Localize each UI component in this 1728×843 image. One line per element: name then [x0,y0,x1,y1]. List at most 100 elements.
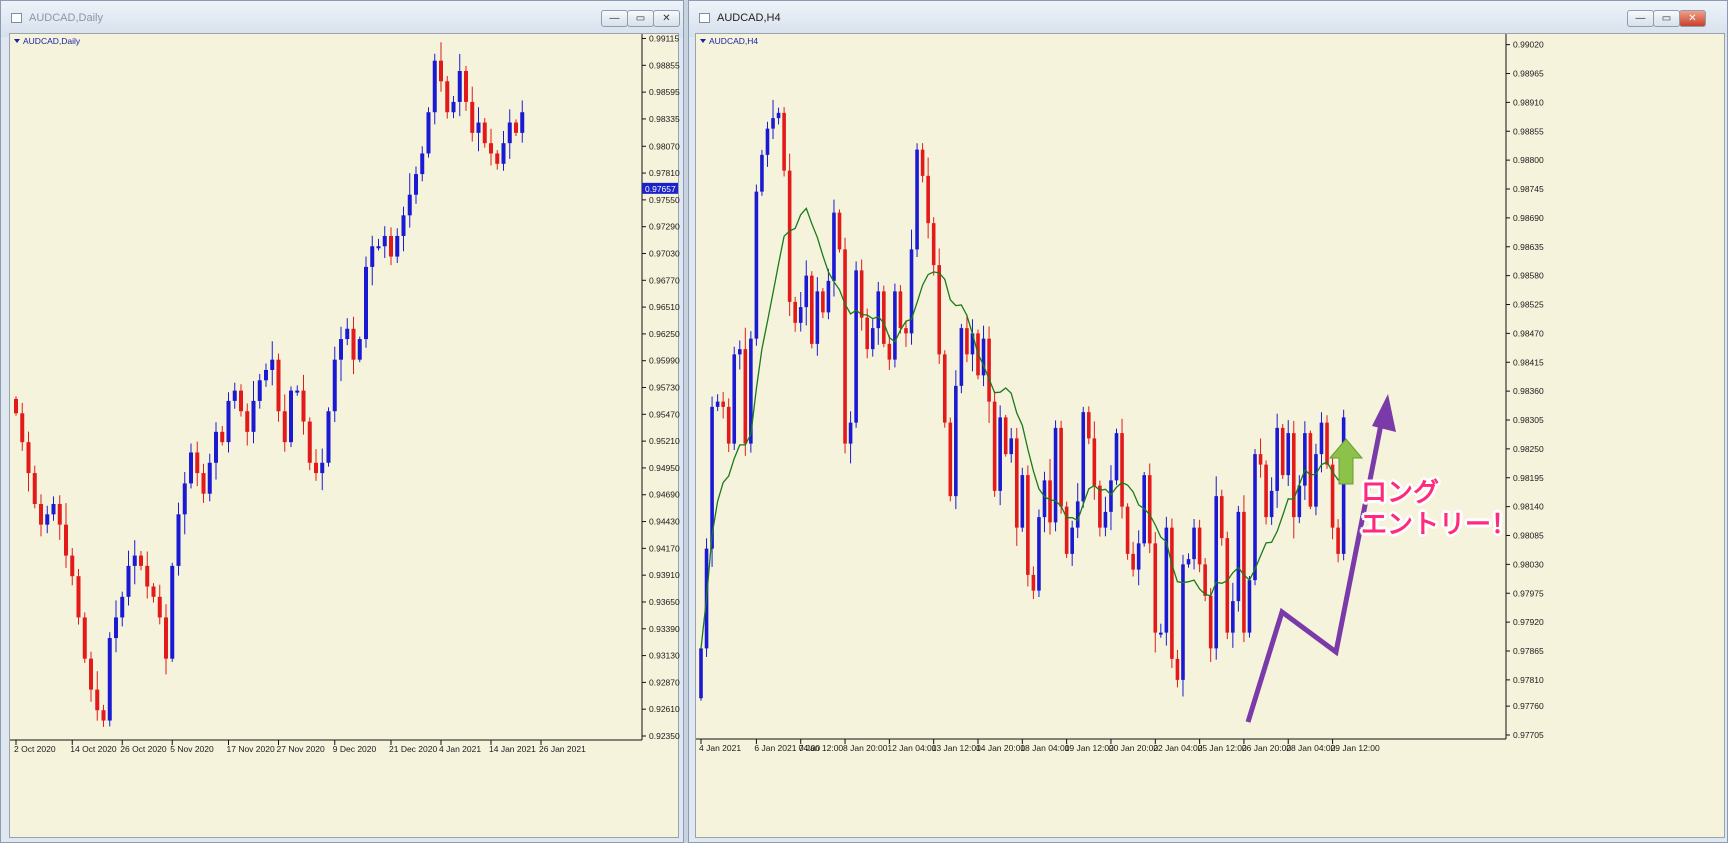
candle-body [376,246,381,249]
time-tick-label: 2 Oct 2020 [14,744,56,754]
candle-body [776,112,781,119]
candle-body [301,390,306,422]
price-tick-label: 0.96250 [649,329,680,339]
price-tick-label: 0.97865 [1513,646,1544,656]
candle-body [195,452,200,474]
candle-body [843,249,847,444]
minimize-button[interactable]: — [1627,10,1654,27]
price-tick-label: 0.94690 [649,490,680,500]
candle-body [1042,480,1047,518]
candle-body [351,328,356,360]
daily-window-title: AUDCAD,Daily [29,12,103,24]
zigzag-arrow-head [1372,394,1396,432]
candle-body [370,246,375,267]
price-tick-label: 0.93130 [649,651,680,661]
price-tick-label: 0.98690 [1513,213,1544,223]
candle-body [14,398,18,414]
candle-body [1341,417,1346,554]
price-tick-label: 0.97975 [1513,588,1544,598]
time-tick-label: 28 Jan 04:00 [1286,743,1335,753]
candle-body [1258,454,1263,465]
candle-body [126,565,131,597]
candle-body [276,359,281,412]
candle-body [1219,496,1224,539]
candle-body [870,328,875,350]
candle-body [837,212,842,250]
h4-chart-window[interactable]: AUDCAD,H4 — ▭ ✕ AUDCAD,H4 0.99020 0.98965 0… [688,0,1728,843]
time-tick-label: 14 Jan 20:00 [976,743,1025,753]
daily-chart-window[interactable]: AUDCAD,Daily — ▭ ✕ AUDCAD,Daily 0.99115 0.… [0,0,684,843]
close-button[interactable]: ✕ [653,10,680,27]
time-tick-label: 4 Jan 2021 [699,743,741,753]
candle-body [101,710,106,721]
candle-body [732,354,737,444]
h4-window-titlebar[interactable]: AUDCAD,H4 — ▭ ✕ [689,1,1727,37]
price-tick-label: 0.95470 [649,409,680,419]
candle-body [145,565,150,587]
candle-body [1181,564,1185,680]
candle-body [51,504,56,515]
annotation-line-2: エントリー！ [1361,510,1518,540]
price-tick-label: 0.96770 [649,275,680,285]
candle-body [1114,433,1119,481]
price-tick-label: 0.98195 [1513,473,1544,483]
candle-body [1003,417,1008,455]
candle-body [832,212,836,281]
candle-body [70,555,75,577]
candle-body [76,576,81,618]
time-tick-label: 8 Jan 20:00 [843,743,888,753]
candle-body [45,514,50,525]
candle-body [1336,527,1340,554]
candle-body [357,339,362,360]
price-tick-label: 0.98635 [1513,242,1544,252]
candle-body [457,70,462,102]
restore-button[interactable]: ▭ [627,10,654,27]
time-tick-label: 7 Jan 12:00 [799,743,844,753]
candle-body [1303,433,1307,486]
candle-body [164,617,168,659]
daily-chart-plot[interactable]: AUDCAD,Daily 0.99115 0.98855 0.98595 0.98335… [9,33,680,838]
candle-body [520,112,525,133]
candle-body [1286,433,1291,476]
candle-body [507,122,512,144]
minimize-button[interactable]: — [601,10,628,27]
candle-body [114,617,118,639]
candle-body [721,401,725,407]
candle-body [1225,538,1230,633]
candle-body [1269,490,1274,518]
restore-button[interactable]: ▭ [1653,10,1680,27]
candle-body [514,122,518,133]
candle-body [26,442,31,474]
candle-body [1031,574,1036,591]
price-tick-label: 0.97920 [1513,617,1544,627]
candle-body [1009,438,1014,455]
candle-body [915,149,919,250]
candle-body [804,275,809,308]
candle-body [1175,658,1180,680]
restore-icon: ▭ [635,13,646,24]
price-tick-label: 0.98910 [1513,97,1544,107]
h4-chart-plot[interactable]: AUDCAD,H4 0.99020 0.98965 0.98910 0.98855 0.9… [695,33,1725,838]
price-tick-label: 0.92350 [649,731,680,741]
time-tick-label: 20 Jan 20:00 [1109,743,1158,753]
candle-body [464,70,468,102]
close-button[interactable]: ✕ [1679,10,1706,27]
candle-body [1186,559,1191,565]
candle-body [1048,480,1052,523]
price-tick-label: 0.97290 [649,222,680,232]
price-tick-label: 0.94170 [649,543,680,553]
time-tick-label: 5 Nov 2020 [170,744,214,754]
restore-icon: ▭ [1661,13,1672,24]
price-tick-label: 0.92610 [649,704,680,714]
candle-body [489,143,493,154]
candle-body [1275,427,1279,491]
candle-body [1253,454,1257,581]
price-tick-label: 0.98030 [1513,559,1544,569]
candle-body [931,223,936,266]
candle-body [1147,475,1152,544]
candle-body [420,153,425,175]
candle-body [332,359,337,412]
candle-body [1053,427,1058,523]
daily-window-titlebar[interactable]: AUDCAD,Daily — ▭ ✕ [1,1,683,37]
price-tick-label: 0.98085 [1513,531,1544,541]
